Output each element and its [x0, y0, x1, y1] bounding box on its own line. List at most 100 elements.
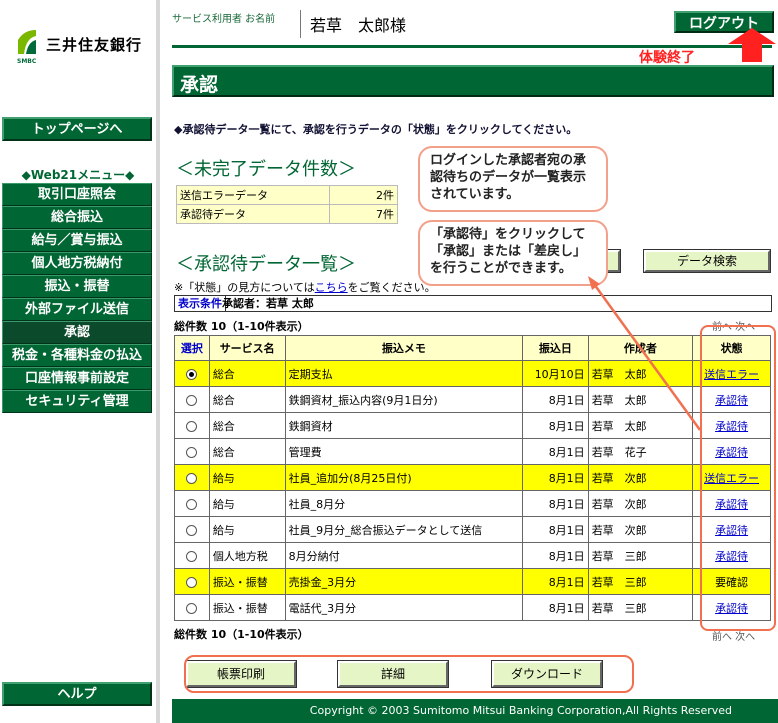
service-cell: 総合 [208, 386, 286, 413]
summary-row: 承認待データ 7件 [176, 204, 398, 224]
date-cell: 8月1日 [522, 594, 589, 621]
date-cell: 8月1日 [522, 490, 589, 517]
column-header: サービス名 [208, 335, 286, 361]
select-cell [174, 386, 210, 413]
select-cell [174, 516, 210, 543]
summary-label: 承認待データ [176, 204, 330, 224]
select-cell [174, 490, 210, 517]
memo-cell: 8月分納付 [284, 542, 524, 569]
page-title-bar: 承認 [172, 65, 774, 97]
sidebar-item-3[interactable]: 個人地方税納付 [2, 252, 152, 275]
table-row: 給与 社員_9月分_総合振込データとして送信 8月1日 若草 次郎 承認待 [174, 516, 771, 543]
page-title: 承認 [180, 74, 219, 96]
date-cell: 8月1日 [522, 516, 589, 543]
creator-cell: 若草 三郎 [587, 594, 694, 621]
summary-row: 送信エラーデータ 2件 [176, 185, 398, 205]
sidebar-item-1[interactable]: 総合振込 [2, 206, 152, 229]
select-cell [174, 360, 210, 387]
table-row: 振込・振替 売掛金_3月分 8月1日 若草 三郎 要確認 [174, 568, 771, 595]
table-row: 総合 管理費 8月1日 若草 花子 承認待 [174, 438, 771, 465]
sidebar-item-7[interactable]: 税金・各種料金の払込 [2, 344, 152, 367]
sidebar-item-6[interactable]: 承認 [2, 321, 152, 344]
select-cell [174, 594, 210, 621]
service-cell: 給与 [208, 516, 286, 543]
user-separator [300, 10, 301, 38]
service-cell: 給与 [208, 464, 286, 491]
column-header: 振込メモ [284, 335, 524, 361]
memo-cell: 社員_9月分_総合振込データとして送信 [284, 516, 524, 543]
bottom-buttons-highlight [184, 655, 634, 693]
menu-title: ◆Web21メニュー◆ [21, 168, 135, 182]
table-row: 総合 鉄鋼資材_振込内容(9月1日分) 8月1日 若草 太郎 承認待 [174, 386, 771, 413]
sidebar-item-0[interactable]: 取引口座照会 [2, 183, 152, 206]
table-row: 個人地方税 8月分納付 8月1日 若草 三郎 承認待 [174, 542, 771, 569]
date-cell: 8月1日 [522, 542, 589, 569]
main-content: サービス利用者 お名前 若草 太郎様 ログアウト 体験終了 承認 ◆承認待データ… [172, 0, 778, 723]
service-cell: 個人地方税 [208, 542, 286, 569]
total-count-top: 総件数 10（1-10件表示） [174, 320, 309, 333]
creator-cell: 若草 次郎 [587, 516, 694, 543]
memo-cell: 鉄鋼資材 [284, 412, 524, 439]
sidebar: 三井住友銀行 SMBC トップページへ ◆Web21メニュー◆ 取引口座照会 総合… [0, 0, 160, 723]
top-page-button[interactable]: トップページへ [2, 117, 152, 141]
date-cell: 8月1日 [522, 386, 589, 413]
row-select-radio[interactable] [186, 472, 198, 484]
select-cell [174, 568, 210, 595]
summary-count: 7件 [329, 204, 398, 224]
user-label: サービス利用者 お名前 [172, 14, 276, 25]
memo-cell: 社員_追加分(8月25日付) [284, 464, 524, 491]
select-cell [174, 412, 210, 439]
memo-cell: 管理費 [284, 438, 524, 465]
smbc-text: SMBC [17, 58, 37, 65]
row-select-radio[interactable] [186, 524, 198, 536]
column-header: 選択 [174, 335, 210, 361]
memo-cell: 社員_8月分 [284, 490, 524, 517]
table-row: 総合 鉄鋼資材 8月1日 若草 太郎 承認待 [174, 412, 771, 439]
creator-cell: 若草 三郎 [587, 568, 694, 595]
summary-count: 2件 [329, 185, 398, 205]
date-cell: 8月1日 [522, 412, 589, 439]
table-row: 振込・振替 電話代_3月分 8月1日 若草 三郎 承認待 [174, 594, 771, 621]
row-select-radio[interactable] [186, 394, 198, 406]
service-cell: 給与 [208, 490, 286, 517]
creator-cell: 若草 三郎 [587, 542, 694, 569]
creator-cell: 若草 太郎 [587, 386, 694, 413]
note-text: ※「状態」の見方については [174, 281, 315, 294]
table-row: 給与 社員_追加分(8月25日付) 8月1日 若草 次郎 送信エラー [174, 464, 771, 491]
smbc-logo: 三井住友銀行 SMBC [16, 28, 156, 66]
row-select-radio[interactable] [186, 368, 198, 380]
row-select-radio[interactable] [186, 550, 198, 562]
creator-cell: 若草 太郎 [587, 360, 694, 387]
condition-value: 承認者：若草 太郎 [222, 297, 314, 310]
creator-cell: 若草 次郎 [587, 490, 694, 517]
help-button[interactable]: ヘルプ [2, 682, 152, 706]
memo-cell: 売掛金_3月分 [284, 568, 524, 595]
summary-title: ＜未完了データ件数＞ [176, 159, 356, 180]
date-cell: 8月1日 [522, 568, 589, 595]
smbc-logo-mark-icon [16, 28, 38, 56]
service-cell: 総合 [208, 412, 286, 439]
sidebar-item-2[interactable]: 給与／賞与振込 [2, 229, 152, 252]
table-row: 総合 定期支払 10月10日 若草 太郎 送信エラー [174, 360, 771, 387]
sidebar-item-4[interactable]: 振込・振替 [2, 275, 152, 298]
row-select-radio[interactable] [186, 420, 198, 432]
sidebar-item-5[interactable]: 外部ファイル送信 [2, 298, 152, 321]
total-count-bottom: 総件数 10（1-10件表示） [174, 628, 309, 641]
column-header: 作成者 [587, 335, 694, 361]
list-title: ＜承認待データ一覧＞ [176, 254, 356, 275]
row-select-radio[interactable] [186, 498, 198, 510]
row-select-radio[interactable] [186, 446, 198, 458]
condition-key[interactable]: 表示条件 [175, 296, 226, 311]
sidebar-item-9[interactable]: セキュリティ管理 [2, 390, 152, 413]
row-select-radio[interactable] [186, 576, 198, 588]
callout-first: ログインした承認者宛の承認待ちのデータが一覧表示されています。 [418, 146, 608, 212]
data-search-button[interactable]: データ検索 [643, 249, 771, 273]
creator-cell: 若草 次郎 [587, 464, 694, 491]
memo-cell: 定期支払 [284, 360, 524, 387]
select-cell [174, 438, 210, 465]
note-link[interactable]: こちら [315, 281, 348, 294]
row-select-radio[interactable] [186, 602, 198, 614]
creator-cell: 若草 花子 [587, 438, 694, 465]
sidebar-item-8[interactable]: 口座情報事前設定 [2, 367, 152, 390]
instruction-text: ◆承認待データ一覧にて、承認を行うデータの「状態」をクリックしてください。 [174, 123, 578, 136]
